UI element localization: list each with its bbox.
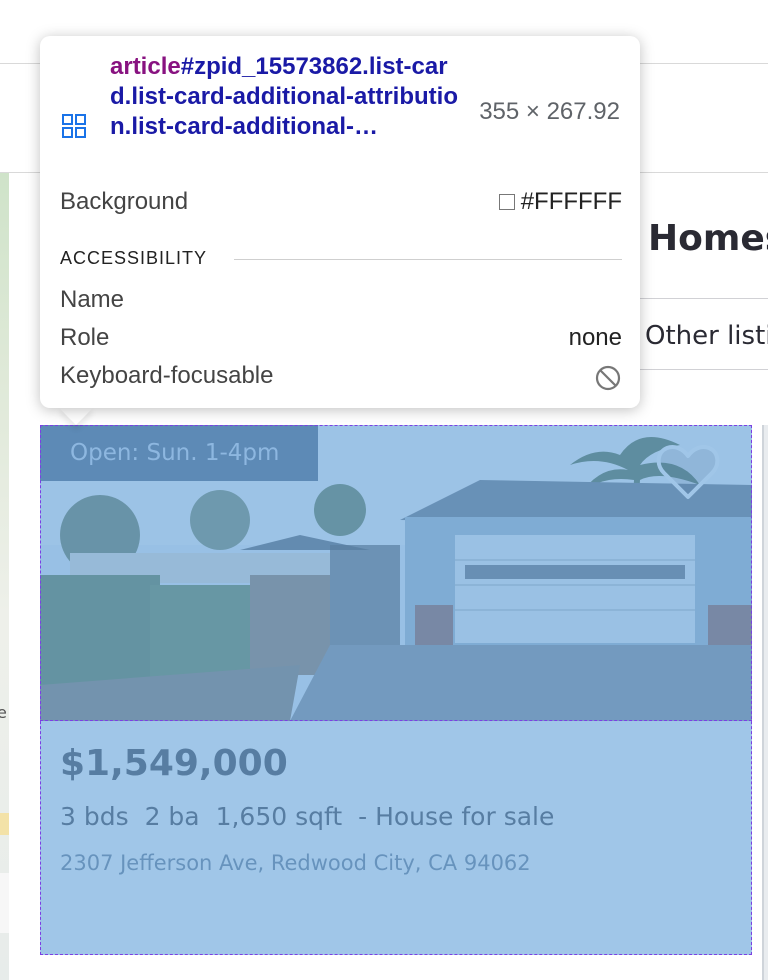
- background-hex: #FFFFFF: [520, 188, 622, 215]
- focusable-row: Keyboard-focusable: [60, 362, 622, 394]
- no-entry-icon: [595, 365, 621, 391]
- element-tag: article: [110, 53, 181, 80]
- next-listing-card[interactable]: [762, 425, 768, 980]
- listing-card[interactable]: Open: Sun. 1-4pm $1,549,000 3 bds 2 ba 1…: [40, 425, 752, 955]
- listing-beds: 3 bds: [60, 802, 129, 831]
- background-value: #FFFFFF: [498, 188, 622, 216]
- inspector-tooltip: article#zpid_15573862.list-card.list-car…: [40, 36, 640, 408]
- name-row: Name: [60, 286, 622, 318]
- role-row: Role none: [60, 324, 622, 356]
- listing-address[interactable]: 2307 Jefferson Ave, Redwood City, CA 940…: [60, 851, 732, 875]
- listing-details: 3 bds 2 ba 1,650 sqft - House for sale: [60, 802, 732, 831]
- listing-sqft: 1,650 sqft: [215, 802, 343, 831]
- open-house-badge: Open: Sun. 1-4pm: [40, 425, 318, 481]
- name-label: Name: [60, 286, 125, 313]
- focusable-label: Keyboard-focusable: [60, 362, 274, 389]
- listing-price: $1,549,000: [60, 743, 288, 784]
- section-divider: [234, 259, 622, 260]
- listing-type: - House for sale: [358, 802, 555, 831]
- background-label: Background: [60, 188, 189, 215]
- map-road: [0, 873, 9, 933]
- role-value: none: [568, 324, 622, 351]
- tooltip-header: article#zpid_15573862.list-card.list-car…: [60, 52, 620, 192]
- listing-baths: 2 ba: [144, 802, 200, 831]
- color-swatch: [498, 194, 515, 210]
- tooltip-arrow-cover: [56, 388, 100, 408]
- map-label: e: [0, 703, 7, 722]
- map-road: [0, 813, 9, 835]
- element-selector: article#zpid_15573862.list-card.list-car…: [110, 52, 460, 142]
- heart-icon: [656, 445, 720, 499]
- background-row: Background #FFFFFF: [60, 188, 622, 220]
- element-dimensions: 355 × 267.92: [479, 98, 620, 125]
- listing-info: $1,549,000 3 bds 2 ba 1,650 sqft - House…: [40, 721, 752, 955]
- tab-other-listings[interactable]: Other listi: [636, 298, 768, 370]
- tab-other-listings-label: Other listi: [645, 321, 768, 351]
- accessibility-section-title: ACCESSIBILITY: [60, 248, 208, 268]
- grid-icon: [62, 114, 86, 138]
- map-panel[interactable]: e: [0, 173, 9, 980]
- role-label: Role: [60, 324, 110, 351]
- save-favorite-button[interactable]: [656, 443, 720, 501]
- listing-photo[interactable]: Open: Sun. 1-4pm: [40, 425, 752, 721]
- results-heading: Homes: [648, 218, 768, 259]
